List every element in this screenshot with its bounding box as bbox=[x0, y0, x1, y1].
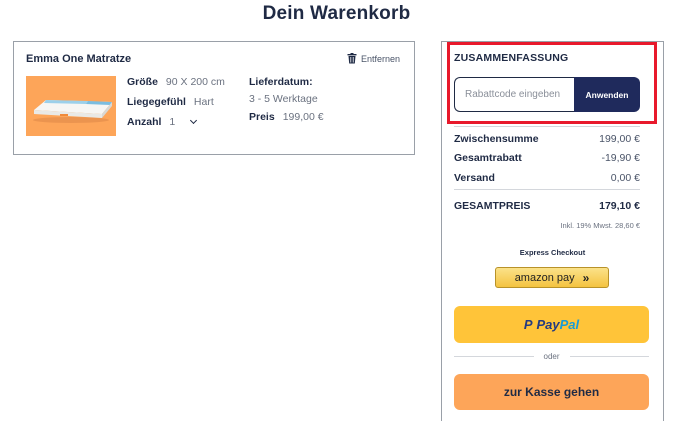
paypal-icon: P bbox=[523, 317, 533, 332]
amazon-pay-logo: amazon pay bbox=[514, 271, 575, 284]
discount-value: -19,90 € bbox=[601, 152, 640, 164]
remove-button[interactable]: Entfernen bbox=[347, 53, 400, 64]
tax-note: Inkl. 19% Mwst. 28,60 € bbox=[560, 221, 640, 230]
total-label: GESAMTPREIS bbox=[454, 200, 531, 212]
paypal-button[interactable]: P PayPal bbox=[454, 306, 649, 343]
quantity-select[interactable]: 1 bbox=[169, 116, 198, 128]
size-attribute: Größe 90 X 200 cm bbox=[127, 76, 225, 88]
delivery-value: 3 - 5 Werktage bbox=[249, 93, 318, 105]
firmness-attribute: Liegegefühl Hart bbox=[127, 96, 214, 108]
delivery-label-text: Lieferdatum: bbox=[249, 76, 313, 88]
checkout-button[interactable]: zur Kasse gehen bbox=[454, 374, 649, 410]
summary-title: ZUSAMMENFASSUNG bbox=[454, 52, 569, 64]
shipping-label: Versand bbox=[454, 172, 495, 184]
paypal-logo-pal: Pal bbox=[559, 317, 580, 332]
paypal-logo-pay: Pay bbox=[536, 317, 560, 332]
or-label: oder bbox=[543, 352, 560, 361]
or-separator: oder bbox=[454, 352, 650, 361]
firmness-label: Liegegefühl bbox=[127, 96, 186, 108]
size-value: 90 X 200 cm bbox=[165, 76, 225, 88]
amazon-pay-button[interactable]: amazon pay » bbox=[495, 267, 609, 288]
shipping-value: 0,00 € bbox=[610, 172, 640, 184]
delivery-value-text: 3 - 5 Werktage bbox=[249, 93, 318, 105]
quantity-attribute: Anzahl 1 bbox=[127, 116, 198, 128]
remove-label: Entfernen bbox=[360, 53, 400, 64]
paypal-logo: PayPal bbox=[537, 317, 580, 332]
subtotal-value: 199,00 € bbox=[599, 133, 640, 145]
discount-row: Gesamtrabatt -19,90 € bbox=[454, 152, 640, 164]
chevron-down-icon bbox=[190, 116, 198, 125]
product-name: Emma One Matratze bbox=[26, 53, 132, 65]
discount-label: Gesamtrabatt bbox=[454, 152, 522, 164]
firmness-value: Hart bbox=[193, 96, 214, 108]
quantity-label: Anzahl bbox=[127, 116, 162, 128]
delivery-label: Lieferdatum: bbox=[249, 76, 313, 88]
total-row: GESAMTPREIS 179,10 € bbox=[454, 200, 640, 212]
coupon-form: Anwenden bbox=[454, 77, 640, 112]
quantity-value: 1 bbox=[169, 116, 176, 128]
coupon-input[interactable] bbox=[454, 77, 574, 112]
price-label: Preis bbox=[249, 111, 275, 123]
shipping-row: Versand 0,00 € bbox=[454, 172, 640, 184]
subtotal-row: Zwischensumme 199,00 € bbox=[454, 133, 640, 145]
double-chevron-icon: » bbox=[582, 270, 590, 285]
price-value: 199,00 € bbox=[282, 111, 324, 123]
divider bbox=[454, 126, 640, 127]
mattress-image bbox=[26, 76, 116, 136]
cart-item-card: Emma One Matratze Entfernen bbox=[13, 41, 415, 155]
divider bbox=[454, 356, 534, 357]
total-value: 179,10 € bbox=[599, 200, 640, 212]
subtotal-label: Zwischensumme bbox=[454, 133, 539, 145]
divider bbox=[454, 189, 640, 190]
express-checkout-label: Express Checkout bbox=[519, 248, 586, 257]
trash-icon bbox=[347, 53, 357, 64]
divider bbox=[569, 356, 650, 357]
price-attribute: Preis 199,00 € bbox=[249, 111, 324, 123]
apply-coupon-button[interactable]: Anwenden bbox=[574, 77, 640, 112]
size-label: Größe bbox=[127, 76, 158, 88]
page-title: Dein Warenkorb bbox=[262, 3, 411, 24]
